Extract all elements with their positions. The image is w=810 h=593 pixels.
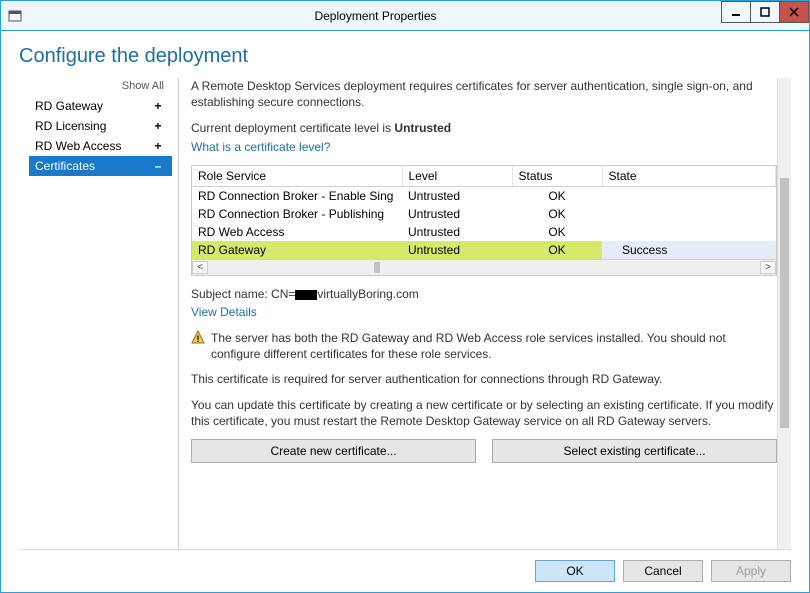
expand-icon[interactable]: + [152, 119, 164, 133]
apply-button[interactable]: Apply [711, 560, 791, 582]
sidebar: Show All RD Gateway + RD Licensing + RD … [19, 78, 179, 549]
sidebar-item-rd-web-access[interactable]: RD Web Access + [29, 136, 172, 156]
scroll-right-icon[interactable]: > [760, 261, 776, 274]
scroll-thumb[interactable] [374, 262, 380, 273]
scroll-left-icon[interactable]: < [192, 261, 208, 274]
vertical-scrollbar[interactable] [777, 78, 791, 549]
cert-level-line: Current deployment certificate level is … [191, 120, 777, 136]
scroll-thumb[interactable] [780, 178, 789, 428]
ok-button[interactable]: OK [535, 560, 615, 582]
sidebar-item-label: RD Licensing [35, 119, 106, 133]
intro-text: A Remote Desktop Services deployment req… [191, 78, 777, 110]
table-row[interactable]: RD Connection Broker - Enable Sing Untru… [192, 186, 776, 205]
subject-name-line: Subject name: CN=virtuallyBoring.com [191, 286, 777, 302]
page-title: Configure the deployment [19, 45, 791, 68]
table-row[interactable]: RD Connection Broker - Publishing Untrus… [192, 205, 776, 223]
required-text: This certificate is required for server … [191, 371, 777, 387]
role-service-table: Role Service Level Status State RD Conne… [191, 165, 777, 276]
sidebar-item-rd-gateway[interactable]: RD Gateway + [29, 96, 172, 116]
sidebar-item-rd-licensing[interactable]: RD Licensing + [29, 116, 172, 136]
expand-icon[interactable]: + [152, 99, 164, 113]
warning-text: The server has both the RD Gateway and R… [211, 330, 777, 362]
close-button[interactable] [779, 1, 809, 23]
sidebar-item-label: RD Web Access [35, 139, 121, 153]
table-row[interactable]: RD Web Access Untrusted OK [192, 223, 776, 241]
sidebar-item-label: RD Gateway [35, 99, 103, 113]
collapse-icon[interactable]: – [152, 159, 164, 173]
col-role-service[interactable]: Role Service [192, 166, 402, 187]
maximize-button[interactable] [750, 1, 780, 23]
cert-level-value: Untrusted [394, 121, 451, 135]
col-level[interactable]: Level [402, 166, 512, 187]
col-status[interactable]: Status [512, 166, 602, 187]
create-new-certificate-button[interactable]: Create new certificate... [191, 439, 476, 463]
cert-level-help-link[interactable]: What is a certificate level? [191, 140, 330, 154]
show-all-link[interactable]: Show All [29, 78, 172, 96]
redacted-text [295, 290, 317, 300]
titlebar: Deployment Properties [1, 1, 809, 31]
table-horizontal-scrollbar[interactable]: < > [192, 259, 776, 275]
dialog-footer: OK Cancel Apply [19, 549, 791, 582]
table-header-row: Role Service Level Status State [192, 166, 776, 187]
minimize-button[interactable] [721, 1, 751, 23]
svg-text:!: ! [197, 334, 200, 344]
sidebar-item-certificates[interactable]: Certificates – [29, 156, 172, 176]
col-state[interactable]: State [602, 166, 776, 187]
expand-icon[interactable]: + [152, 139, 164, 153]
main-panel: A Remote Desktop Services deployment req… [191, 78, 791, 549]
table-row-selected[interactable]: RD Gateway Untrusted OK Success [192, 241, 776, 259]
update-info-text: You can update this certificate by creat… [191, 397, 777, 429]
window-title: Deployment Properties [29, 9, 722, 23]
cancel-button[interactable]: Cancel [623, 560, 703, 582]
select-existing-certificate-button[interactable]: Select existing certificate... [492, 439, 777, 463]
warning-icon: ! [191, 330, 205, 362]
app-icon [1, 9, 29, 23]
sidebar-item-label: Certificates [35, 159, 95, 173]
view-details-link[interactable]: View Details [191, 305, 257, 319]
